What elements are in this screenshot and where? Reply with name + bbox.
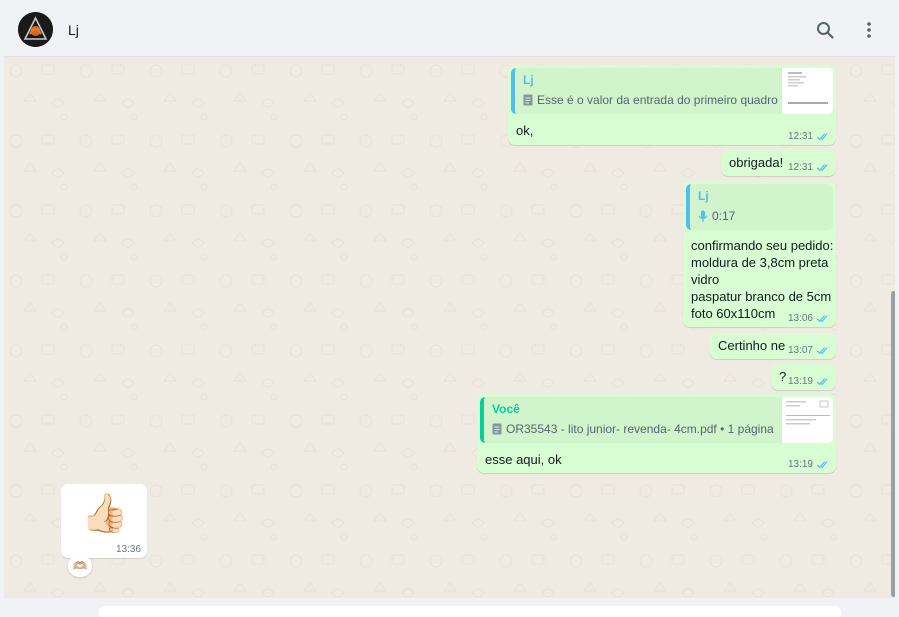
thumbs-up-emoji: 👍🏻 [81, 493, 129, 535]
message-meta: 13:19 [788, 459, 830, 470]
message-text: ? [779, 369, 787, 384]
message-time: 12:31 [787, 131, 813, 142]
message-meta: 13:19 [788, 376, 830, 387]
message-meta: 12:31 [788, 131, 830, 142]
message-text: ok, [516, 123, 534, 138]
voice-duration: 0:17 [712, 209, 736, 223]
message-reaction[interactable]: 🫶🏼 [68, 555, 92, 577]
document-thumbnail [781, 397, 833, 443]
message-text: obrigada! [729, 155, 784, 170]
quoted-voice-message[interactable]: Lj 0:17 [686, 184, 833, 230]
message-meta: 13:06 [788, 313, 830, 324]
message-bubble-outgoing[interactable]: obrigada! 12:31 [721, 150, 836, 176]
search-icon[interactable] [813, 18, 837, 42]
message-input[interactable] [99, 606, 841, 617]
message-time: 13:19 [787, 376, 813, 387]
quote-author: Lj [523, 73, 534, 87]
quoted-message[interactable]: Você OR35543 - lito junior- revenda- 4cm… [480, 397, 833, 443]
message-meta: 12:31 [788, 162, 830, 173]
read-ticks-icon [816, 378, 828, 386]
message-bubble-outgoing[interactable]: Certinho ne 13:07 [710, 333, 836, 359]
message-bubble-outgoing[interactable]: Você OR35543 - lito junior- revenda- 4cm… [477, 394, 836, 473]
quote-author: Lj [698, 189, 709, 203]
message-meta: 13:36 [116, 544, 141, 555]
message-time: 13:06 [787, 313, 813, 324]
reaction-emoji: 🫶🏼 [72, 559, 88, 573]
quote-text: Esse é o valor da entrada do primeiro qu… [537, 93, 778, 107]
message-text: esse aqui, ok [485, 452, 562, 467]
document-icon [492, 423, 502, 435]
microphone-icon [698, 210, 708, 222]
message-bubble-outgoing[interactable]: ? 13:19 [771, 364, 836, 390]
read-ticks-icon [816, 133, 828, 141]
read-ticks-icon [816, 315, 828, 323]
message-list[interactable]: Lj Esse é o valor da entrada do primeiro… [4, 57, 895, 598]
read-ticks-icon [816, 347, 828, 355]
kebab-menu-icon[interactable] [857, 18, 881, 42]
chat-header: Lj [4, 3, 895, 57]
quoted-message[interactable]: Lj Esse é o valor da entrada do primeiro… [511, 68, 833, 114]
composer-bar [4, 598, 895, 617]
message-time: 13:36 [115, 544, 141, 555]
chat-scrollbar[interactable] [891, 291, 895, 597]
message-meta: 13:07 [788, 345, 830, 356]
message-time: 12:31 [787, 162, 813, 173]
document-thumbnail [781, 68, 833, 114]
read-ticks-icon [816, 164, 828, 172]
contact-name[interactable]: Lj [68, 22, 79, 38]
read-ticks-icon [816, 461, 828, 469]
message-text: confirmando seu pedido: moldura de 3,8cm… [691, 238, 834, 321]
message-bubble-outgoing[interactable]: Lj Esse é o valor da entrada do primeiro… [508, 65, 836, 145]
message-time: 13:07 [787, 345, 813, 356]
message-time: 13:19 [787, 459, 813, 470]
contact-avatar[interactable] [18, 12, 53, 47]
quote-author: Você [492, 402, 520, 416]
quote-text: OR35543 - lito junior- revenda- 4cm.pdf … [506, 422, 774, 436]
document-icon [523, 94, 533, 106]
message-text: Certinho ne [718, 338, 786, 353]
message-bubble-outgoing[interactable]: Lj 0:17 confirmando seu pedido: moldura … [683, 181, 836, 327]
message-bubble-incoming[interactable]: 👍🏻 13:36 [61, 484, 147, 558]
